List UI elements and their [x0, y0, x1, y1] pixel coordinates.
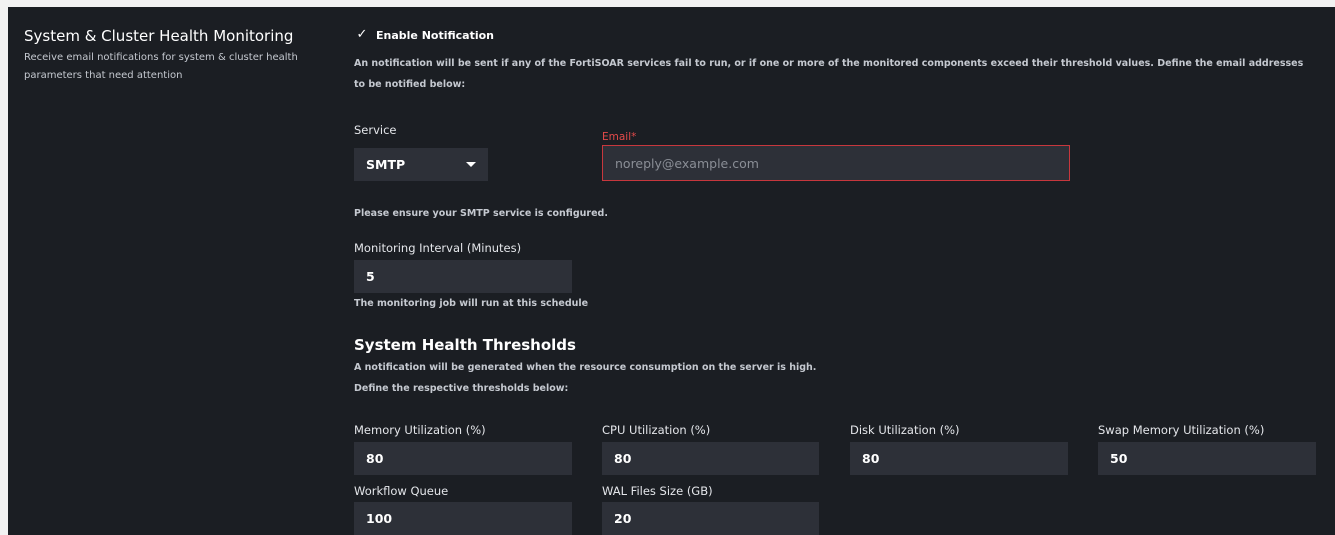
memory-utilization-label: Memory Utilization (%) [354, 423, 486, 437]
memory-utilization-input[interactable]: 80 [354, 442, 572, 475]
wal-files-size-label: WAL Files Size (GB) [602, 484, 713, 498]
monitoring-interval-label: Monitoring Interval (Minutes) [354, 241, 522, 255]
workflow-queue-input[interactable]: 100 [354, 502, 572, 535]
chevron-down-icon [466, 162, 476, 167]
wal-files-size-input[interactable]: 20 [602, 502, 819, 535]
thresholds-desc-line1: A notification will be generated when th… [354, 362, 817, 373]
thresholds-desc-line2: Define the respective thresholds below: [354, 383, 569, 394]
swap-memory-utilization-value: 50 [1110, 451, 1128, 466]
disk-utilization-value: 80 [862, 451, 880, 466]
notification-info-text: An notification will be sent if any of t… [354, 58, 1304, 90]
cpu-utilization-value: 80 [614, 451, 632, 466]
smtp-hint: Please ensure your SMTP service is confi… [354, 208, 608, 219]
monitoring-interval-hint: The monitoring job will run at this sche… [354, 298, 589, 309]
email-field[interactable]: noreply@example.com [602, 145, 1070, 181]
cpu-utilization-label: CPU Utilization (%) [602, 423, 711, 437]
monitoring-interval-value: 5 [366, 269, 375, 284]
memory-utilization-value: 80 [366, 451, 384, 466]
disk-utilization-label: Disk Utilization (%) [850, 423, 960, 437]
workflow-queue-label: Workflow Queue [354, 484, 449, 498]
service-select-value: SMTP [366, 157, 406, 172]
settings-panel: System & Cluster Health Monitoring Recei… [8, 7, 1335, 535]
section-title: System & Cluster Health Monitoring [24, 27, 294, 45]
swap-memory-utilization-input[interactable]: 50 [1098, 442, 1316, 475]
thresholds-title: System Health Thresholds [354, 336, 576, 354]
workflow-queue-value: 100 [366, 511, 393, 526]
enable-notification-checkbox[interactable]: ✓ [354, 27, 370, 43]
enable-notification-label[interactable]: Enable Notification [376, 29, 494, 42]
enable-notification-row[interactable]: ✓ Enable Notification [354, 27, 494, 43]
swap-memory-utilization-label: Swap Memory Utilization (%) [1098, 423, 1265, 437]
section-description: Receive email notifications for system &… [24, 52, 298, 81]
email-label: Email* [602, 131, 637, 143]
disk-utilization-input[interactable]: 80 [850, 442, 1068, 475]
service-label: Service [354, 123, 397, 137]
monitoring-interval-input[interactable]: 5 [354, 260, 572, 293]
wal-files-size-value: 20 [614, 511, 632, 526]
service-select[interactable]: SMTP [354, 148, 488, 181]
cpu-utilization-input[interactable]: 80 [602, 442, 819, 475]
email-placeholder: noreply@example.com [615, 155, 759, 171]
